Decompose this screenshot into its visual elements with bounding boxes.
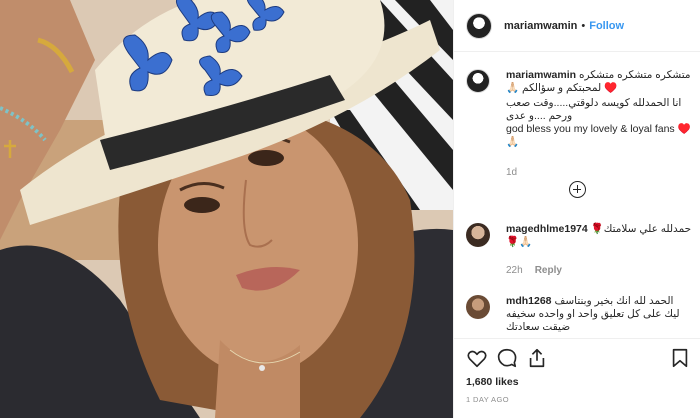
comment-text: الحمد لله انك بخير وبنتاسف <box>554 295 674 307</box>
caption-line2: ♥️ لمحبتكم و سؤالكم 🙏🏻 <box>506 82 618 94</box>
post-sidebar: mariamwamin • Follow mariamwamin متشكره … <box>453 0 700 418</box>
plus-circle-icon[interactable] <box>569 181 586 198</box>
comment-text-line2: 🌹🙏🏻 <box>506 236 533 248</box>
reply-button[interactable]: Reply <box>535 265 562 276</box>
commenter-avatar[interactable] <box>466 223 490 247</box>
comment-username[interactable]: magedhlme1974 <box>506 223 588 235</box>
bookmark-icon[interactable] <box>669 347 691 369</box>
comment-text-line3: ضيقت سعادتك <box>506 321 571 333</box>
comment-meta: 22h Reply <box>506 265 562 276</box>
heart-icon[interactable] <box>466 347 488 369</box>
comment-item: mdh1268 الحمد لله انك بخير وبنتاسف ليك ع… <box>466 295 694 338</box>
caption-body: mariamwamin متشكره متشكره متشكره ♥️ لمحب… <box>506 69 694 149</box>
actions-bar: 1,680 likes 1 DAY AGO <box>454 338 700 418</box>
comment-text: حمدلله علي سلامتك🌹 <box>590 223 692 235</box>
comment-bubble-icon[interactable] <box>496 347 518 369</box>
comment-body: mdh1268 الحمد لله انك بخير وبنتاسف ليك ع… <box>506 295 694 334</box>
post-date: 1 DAY AGO <box>466 395 509 404</box>
comment-body: magedhlme1974 حمدلله علي سلامتك🌹 🌹🙏🏻 <box>506 223 694 249</box>
comment-text-line2: ليك على كل تعليق واحد او واحده سخيفه <box>506 308 680 320</box>
author-avatar[interactable] <box>466 12 492 39</box>
caption-line3: انا الحمدلله كويسه دلوقتي.....وقت صعب ور… <box>506 97 682 122</box>
follow-button[interactable]: Follow <box>589 20 624 32</box>
caption-time: 1d <box>506 167 518 178</box>
author-username[interactable]: mariamwamin <box>504 20 577 32</box>
caption-avatar[interactable] <box>466 69 490 93</box>
commenter-avatar[interactable] <box>466 295 490 319</box>
instagram-post: mariamwamin • Follow mariamwamin متشكره … <box>0 0 700 418</box>
post-header: mariamwamin • Follow <box>454 0 700 52</box>
caption-line4: god bless you my lovely & loyal fans ♥️ <box>506 123 691 135</box>
comment-time: 22h <box>506 265 523 276</box>
likes-count[interactable]: 1,680 likes <box>466 376 519 388</box>
post-photo[interactable] <box>0 0 453 418</box>
header-separator: • <box>581 19 586 32</box>
caption: mariamwamin متشكره متشكره متشكره ♥️ لمحب… <box>466 69 694 178</box>
selfie-image <box>0 0 453 418</box>
comment-username[interactable]: mdh1268 <box>506 295 552 307</box>
caption-username[interactable]: mariamwamin <box>506 69 576 81</box>
share-arrow-icon[interactable] <box>526 347 548 369</box>
caption-line1: متشكره متشكره متشكره <box>578 69 691 81</box>
caption-line5: 🙏🏻 <box>506 136 520 148</box>
comment-item: magedhlme1974 حمدلله علي سلامتك🌹 🌹🙏🏻 22h… <box>466 223 694 283</box>
comments-section: mariamwamin متشكره متشكره متشكره ♥️ لمحب… <box>454 53 700 338</box>
action-icons <box>466 347 691 369</box>
